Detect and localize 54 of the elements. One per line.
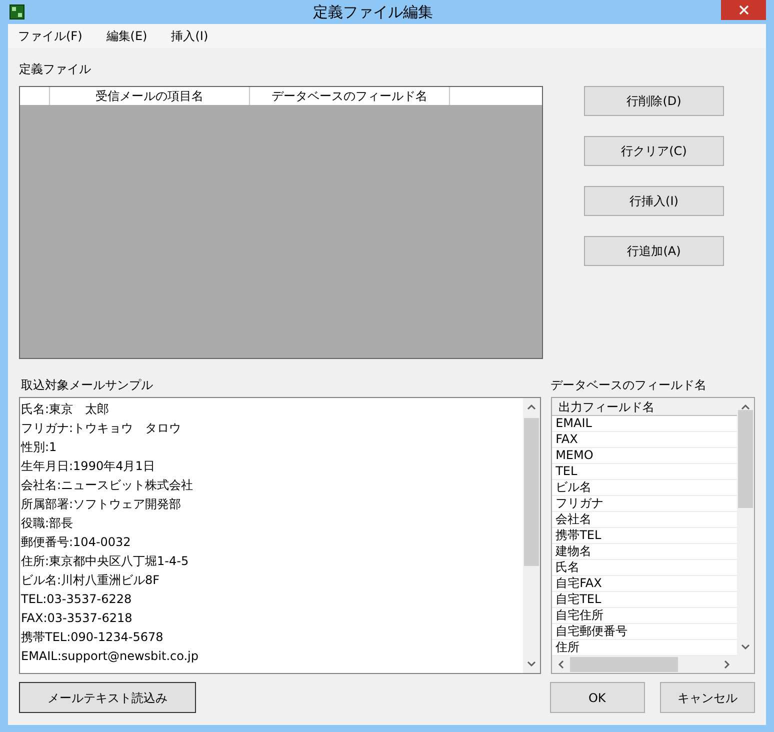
ok-button[interactable]: OK xyxy=(550,682,645,713)
horizontal-scrollbar[interactable] xyxy=(552,656,754,673)
text-line: 氏名:東京 太郎 xyxy=(21,401,110,418)
text-line: 会社名:ニュースビット株式会社 xyxy=(21,477,194,494)
menu-item[interactable]: 編集(E) xyxy=(100,27,154,45)
close-button[interactable] xyxy=(721,0,766,20)
field-list-item[interactable]: 携帯TEL xyxy=(552,528,737,544)
text-line: 携帯TEL:090-1234-5678 xyxy=(21,629,164,646)
row-action-button[interactable]: 行追加(A) xyxy=(584,236,724,266)
field-list-item[interactable]: 氏名 xyxy=(552,560,737,576)
scrollbar-thumb[interactable] xyxy=(524,418,539,566)
text-line: フリガナ:トウキョウ タロウ xyxy=(21,420,182,437)
window-title: 定義ファイル編集 xyxy=(312,2,434,23)
row-action-button[interactable]: 行削除(D) xyxy=(584,86,724,116)
section-label: データベースのフィールド名 xyxy=(550,377,707,393)
text-line: 所属部署:ソフトウェア開発部 xyxy=(21,496,182,513)
row-action-button[interactable]: 行クリア(C) xyxy=(584,136,724,166)
text-line: 性別:1 xyxy=(21,439,57,456)
vertical-scrollbar[interactable] xyxy=(737,398,754,656)
section-label: 定義ファイル xyxy=(19,61,91,77)
menu-item[interactable]: ファイル(F) xyxy=(12,27,88,45)
close-icon xyxy=(738,5,748,15)
text-line: EMAIL:support@newsbit.co.jp xyxy=(21,648,199,665)
scrollbar-thumb[interactable] xyxy=(738,410,753,508)
text-line: FAX:03-3537-6218 xyxy=(21,610,132,627)
field-list-item[interactable]: 自宅郵便番号 xyxy=(552,624,737,640)
vertical-scrollbar[interactable] xyxy=(522,398,540,673)
field-list-item[interactable]: 自宅住所 xyxy=(552,608,737,624)
field-list-item[interactable]: MEMO xyxy=(552,448,737,464)
column-header: 受信メールの項目名 xyxy=(50,87,250,105)
field-list-item[interactable]: ビル名 xyxy=(552,480,737,496)
column-header: データベースのフィールド名 xyxy=(250,87,450,105)
text-line: 生年月日:1990年4月1日 xyxy=(21,458,155,475)
field-list-item[interactable]: FAX xyxy=(552,432,737,448)
row-action-button[interactable]: 行挿入(I) xyxy=(584,186,724,216)
text-line: 住所:東京都中央区八丁堀1-4-5 xyxy=(21,553,189,570)
field-list-item[interactable]: EMAIL xyxy=(552,416,737,432)
menu-item[interactable]: 挿入(I) xyxy=(165,27,214,45)
column-header: 出力フィールド名 xyxy=(552,398,737,416)
field-list-item[interactable]: 自宅TEL xyxy=(552,592,737,608)
field-list-item[interactable]: 自宅FAX xyxy=(552,576,737,592)
field-list-item[interactable]: フリガナ xyxy=(552,496,737,512)
text-line: 郵便番号:104-0032 xyxy=(21,534,131,551)
text-line: ビル名:川村八重洲ビル8F xyxy=(21,572,160,589)
app-icon xyxy=(9,4,25,20)
field-list-item[interactable]: 会社名 xyxy=(552,512,737,528)
load-mail-text-button[interactable]: メールテキスト読込み xyxy=(19,682,196,713)
field-list-item[interactable]: 建物名 xyxy=(552,544,737,560)
field-list-item[interactable]: TEL xyxy=(552,464,737,480)
text-line: 役職:部長 xyxy=(21,515,74,532)
section-label: 取込対象メールサンプル xyxy=(21,377,153,393)
scrollbar-thumb[interactable] xyxy=(570,657,678,672)
text-line: TEL:03-3537-6228 xyxy=(21,591,132,608)
cancel-button[interactable]: キャンセル xyxy=(660,682,755,713)
